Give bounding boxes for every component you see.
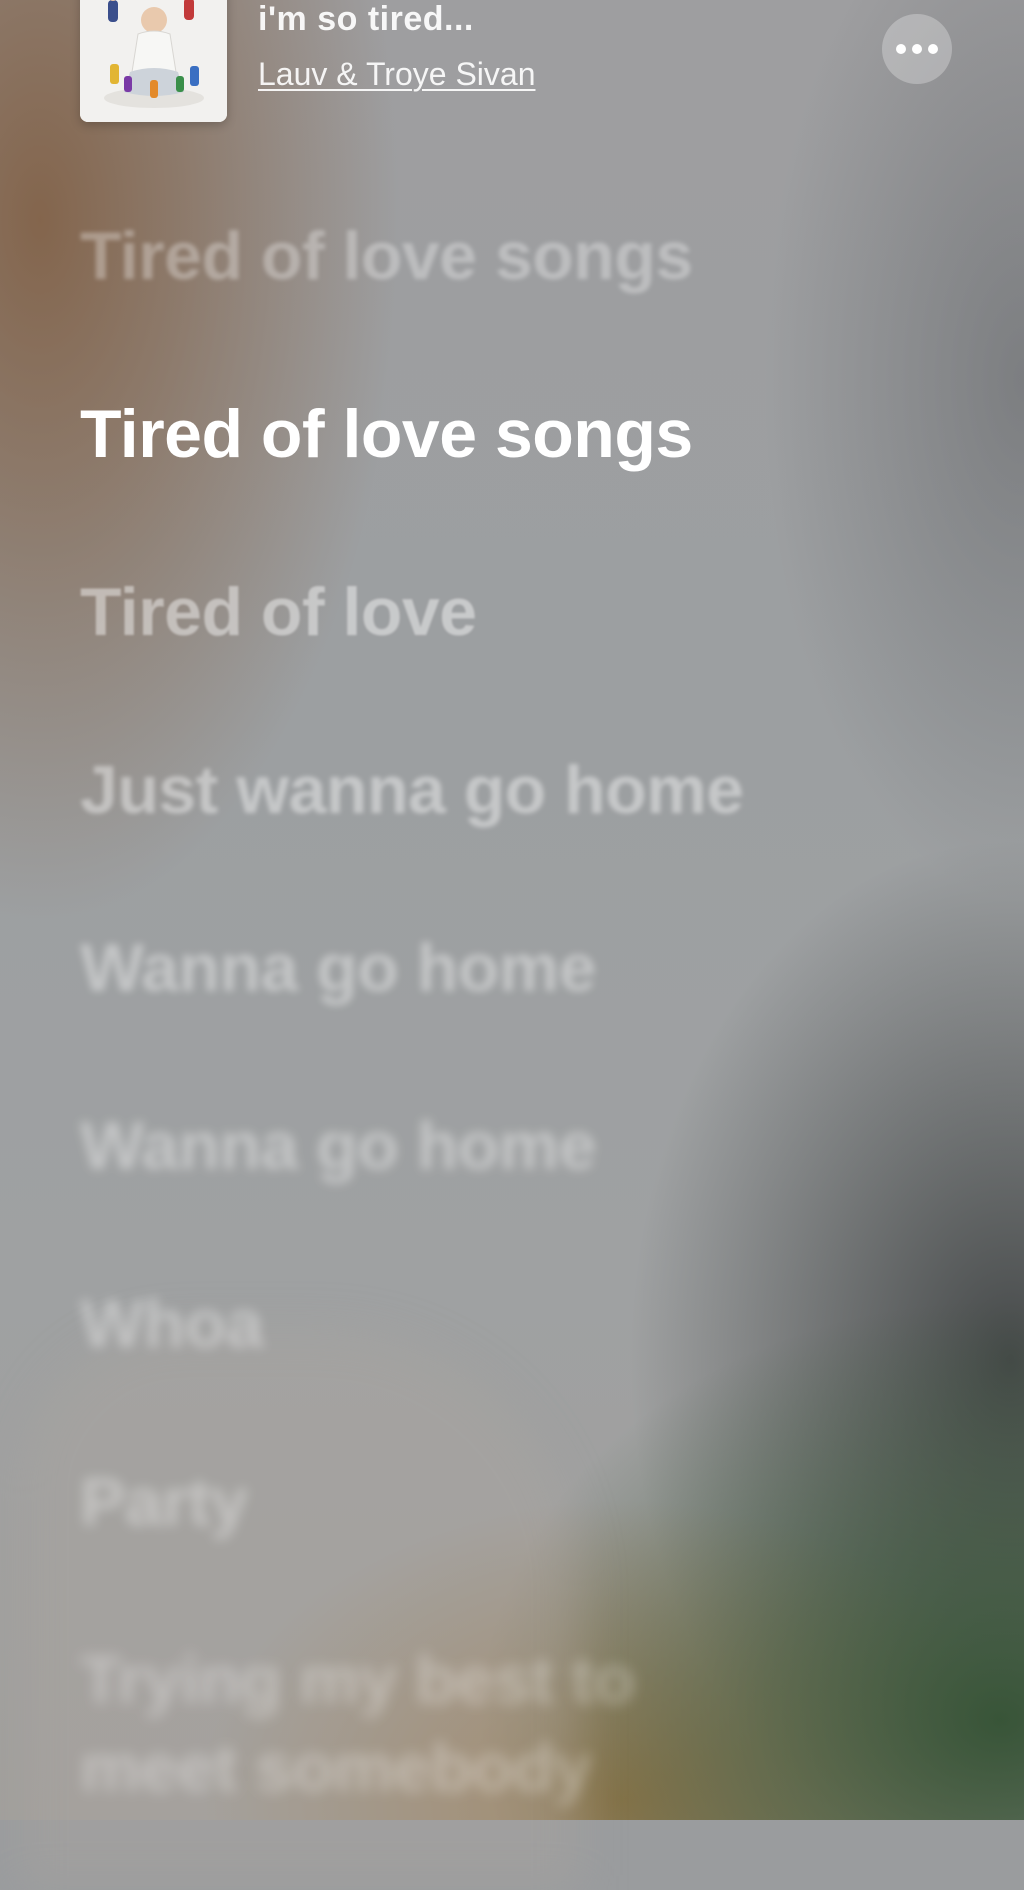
ellipsis-icon [896,44,938,54]
song-title: i'm so tired... [258,0,474,38]
lyric-line-previous[interactable]: Tired of love songs [80,212,693,300]
now-playing-header: i'm so tired... Lauv & Troye Sivan [80,0,960,122]
lyric-line[interactable]: Just wanna go home [80,746,744,834]
lyric-line[interactable]: Trying my best to meet somebody [80,1636,700,1812]
lyric-line-active[interactable]: Tired of love songs [80,390,693,478]
artist-link[interactable]: Lauv & Troye Sivan [258,56,535,93]
lyric-line[interactable]: Wanna go home [80,924,597,1012]
album-art[interactable] [80,0,227,122]
lyric-line[interactable]: Tired of love [80,568,477,656]
lyric-line[interactable]: Wanna go home [80,1102,597,1190]
lyric-line[interactable]: Whoa [80,1280,264,1368]
album-art-image [80,0,227,122]
more-options-button[interactable] [882,14,952,84]
lyric-line[interactable]: Party [80,1458,248,1546]
